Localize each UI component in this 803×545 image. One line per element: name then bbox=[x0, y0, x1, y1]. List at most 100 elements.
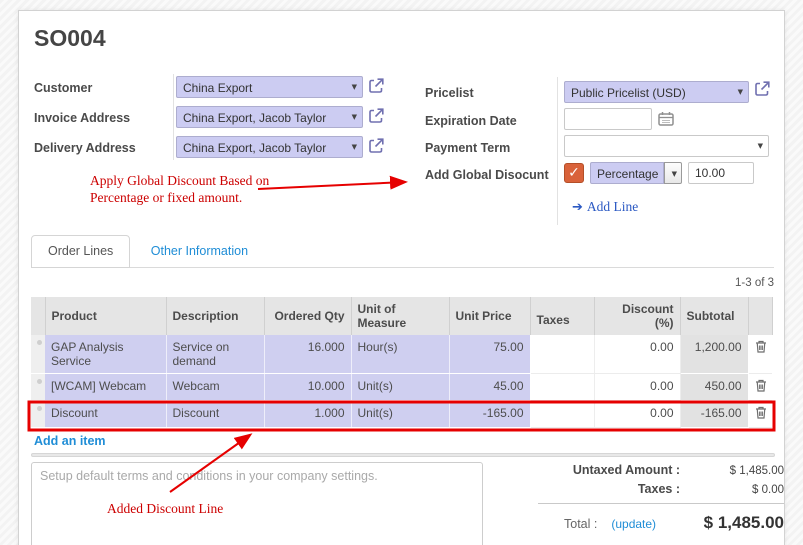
totals-panel: Untaxed Amount : $ 1,485.00 Taxes : $ 0.… bbox=[538, 463, 784, 533]
cell-product[interactable]: [WCAM] Webcam bbox=[45, 374, 166, 401]
customer-open-record-icon[interactable] bbox=[368, 77, 385, 94]
cell-subtotal: -165.00 bbox=[680, 401, 748, 428]
tab-other-information[interactable]: Other Information bbox=[135, 236, 264, 266]
terms-and-conditions-textarea[interactable] bbox=[31, 462, 483, 545]
expiration-date-label: Expiration Date bbox=[425, 114, 517, 128]
chevron-down-icon: ▼ bbox=[672, 170, 677, 178]
cell-unit-price[interactable]: 75.00 bbox=[449, 335, 530, 374]
handle-column-header bbox=[31, 297, 45, 335]
payment-term-select[interactable]: ▼ bbox=[564, 135, 769, 157]
col-description: Description bbox=[166, 297, 264, 335]
delete-row-button[interactable] bbox=[748, 374, 772, 401]
form-left-divider bbox=[173, 74, 174, 160]
section-divider bbox=[31, 453, 775, 457]
chevron-down-icon: ▼ bbox=[738, 88, 743, 96]
cell-discount[interactable]: 0.00 bbox=[594, 401, 680, 428]
cell-unit-price[interactable]: 45.00 bbox=[449, 374, 530, 401]
cell-qty[interactable]: 16.000 bbox=[264, 335, 351, 374]
cell-subtotal: 1,200.00 bbox=[680, 335, 748, 374]
col-subtotal: Subtotal bbox=[680, 297, 748, 335]
untaxed-amount-value: $ 1,485.00 bbox=[680, 465, 784, 477]
cell-discount[interactable]: 0.00 bbox=[594, 335, 680, 374]
add-line-link[interactable]: ➔Add Line bbox=[572, 199, 638, 215]
delete-row-button[interactable] bbox=[748, 335, 772, 374]
taxes-label: Taxes : bbox=[638, 482, 680, 496]
discount-amount-input[interactable] bbox=[688, 162, 754, 184]
payment-term-label: Payment Term bbox=[425, 141, 510, 155]
pricelist-open-record-icon[interactable] bbox=[754, 80, 771, 97]
untaxed-amount-label: Untaxed Amount : bbox=[573, 463, 680, 477]
total-label: Total : bbox=[564, 517, 597, 531]
drag-handle-icon bbox=[37, 340, 42, 345]
cell-unit-price[interactable]: -165.00 bbox=[449, 401, 530, 428]
global-discount-checkbox[interactable]: ✓ bbox=[564, 163, 584, 183]
cell-taxes[interactable] bbox=[530, 335, 594, 374]
chevron-down-icon: ▼ bbox=[758, 142, 763, 150]
cell-description[interactable]: Discount bbox=[166, 401, 264, 428]
drag-handle[interactable] bbox=[31, 335, 45, 374]
cell-product[interactable]: GAP Analysis Service bbox=[45, 335, 166, 374]
cell-taxes[interactable] bbox=[530, 401, 594, 428]
order-line-row: GAP Analysis Service Service on demand 1… bbox=[31, 335, 772, 374]
annotation-global-discount-note: Apply Global Discount Based on Percentag… bbox=[90, 172, 269, 206]
taxes-value: $ 0.00 bbox=[680, 484, 784, 496]
update-total-link[interactable]: (update) bbox=[611, 517, 656, 531]
col-unit-of-measure: Unit of Measure bbox=[351, 297, 449, 335]
col-taxes: Taxes bbox=[530, 297, 594, 335]
delivery-address-label: Delivery Address bbox=[34, 141, 136, 155]
delete-column-header bbox=[748, 297, 772, 335]
tab-order-lines[interactable]: Order Lines bbox=[31, 235, 130, 268]
pricelist-select[interactable]: Public Pricelist (USD) ▼ bbox=[564, 81, 749, 103]
add-an-item-link[interactable]: Add an item bbox=[34, 434, 106, 448]
expiration-date-input[interactable] bbox=[564, 108, 652, 130]
customer-label: Customer bbox=[34, 81, 92, 95]
cell-uom[interactable]: Unit(s) bbox=[351, 374, 449, 401]
drag-handle[interactable] bbox=[31, 374, 45, 401]
form-right-divider bbox=[557, 77, 558, 225]
discount-type-select[interactable]: Percentage bbox=[590, 162, 664, 184]
cell-taxes[interactable] bbox=[530, 374, 594, 401]
table-header-row: Product Description Ordered Qty Unit of … bbox=[31, 297, 772, 335]
pricelist-label: Pricelist bbox=[425, 86, 474, 100]
annotation-added-discount-line: Added Discount Line bbox=[107, 500, 223, 517]
cell-discount[interactable]: 0.00 bbox=[594, 374, 680, 401]
cell-product[interactable]: Discount bbox=[45, 401, 166, 428]
chevron-down-icon: ▼ bbox=[352, 143, 357, 151]
invoice-address-label: Invoice Address bbox=[34, 111, 130, 125]
global-discount-label: Add Global Disocunt bbox=[425, 168, 549, 182]
drag-handle-icon bbox=[37, 379, 42, 384]
notebook-tabs: Order Lines Other Information bbox=[31, 235, 774, 268]
calendar-icon[interactable] bbox=[658, 111, 674, 126]
chevron-down-icon: ▼ bbox=[352, 113, 357, 121]
invoice-address-select[interactable]: China Export, Jacob Taylor ▼ bbox=[176, 106, 363, 128]
cell-uom[interactable]: Unit(s) bbox=[351, 401, 449, 428]
col-ordered-qty: Ordered Qty bbox=[264, 297, 351, 335]
col-discount: Discount (%) bbox=[594, 297, 680, 335]
cell-description[interactable]: Webcam bbox=[166, 374, 264, 401]
check-icon: ✓ bbox=[568, 165, 580, 181]
cell-uom[interactable]: Hour(s) bbox=[351, 335, 449, 374]
col-product: Product bbox=[45, 297, 166, 335]
discount-type-dropdown-button[interactable]: ▼ bbox=[664, 162, 682, 184]
order-line-row: [WCAM] Webcam Webcam 10.000 Unit(s) 45.0… bbox=[31, 374, 772, 401]
delivery-address-select[interactable]: China Export, Jacob Taylor ▼ bbox=[176, 136, 363, 158]
chevron-down-icon: ▼ bbox=[352, 83, 357, 91]
cell-qty[interactable]: 1.000 bbox=[264, 401, 351, 428]
arrow-right-icon: ➔ bbox=[572, 200, 583, 215]
page-title: SO004 bbox=[34, 25, 106, 52]
order-lines-table: Product Description Ordered Qty Unit of … bbox=[31, 297, 773, 428]
delete-row-button[interactable] bbox=[748, 401, 772, 428]
sale-order-form: SO004 Customer China Export ▼ Invoice Ad… bbox=[18, 10, 785, 545]
cell-subtotal: 450.00 bbox=[680, 374, 748, 401]
totals-separator bbox=[538, 503, 784, 504]
invoice-address-open-record-icon[interactable] bbox=[368, 107, 385, 124]
delivery-address-open-record-icon[interactable] bbox=[368, 137, 385, 154]
pager: 1-3 of 3 bbox=[735, 277, 774, 289]
cell-description[interactable]: Service on demand bbox=[166, 335, 264, 374]
col-unit-price: Unit Price bbox=[449, 297, 530, 335]
drag-handle[interactable] bbox=[31, 401, 45, 428]
customer-select[interactable]: China Export ▼ bbox=[176, 76, 363, 98]
cell-qty[interactable]: 10.000 bbox=[264, 374, 351, 401]
order-line-row-discount: Discount Discount 1.000 Unit(s) -165.00 … bbox=[31, 401, 772, 428]
total-value: $ 1,485.00 bbox=[656, 513, 784, 533]
